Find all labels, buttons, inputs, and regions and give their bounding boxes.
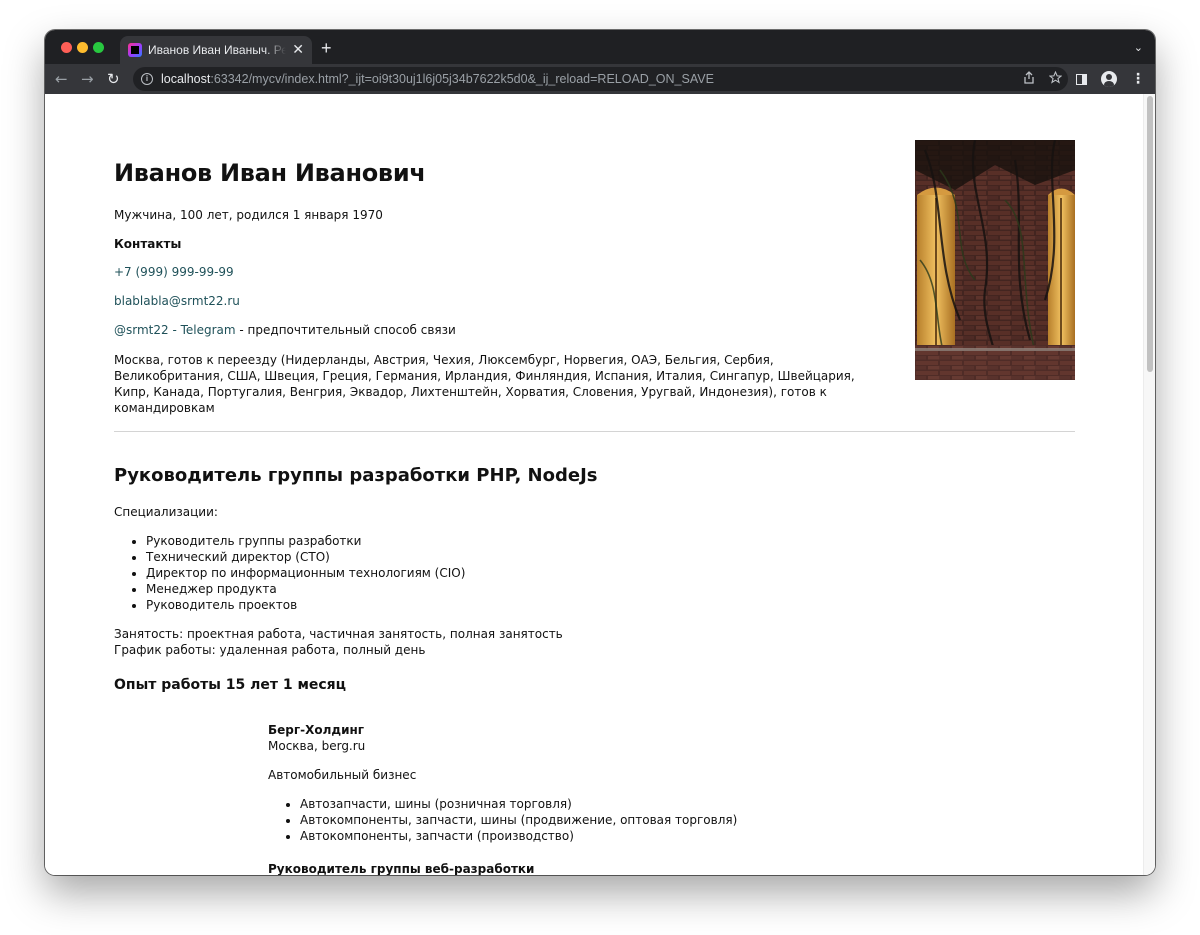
company-name: Берг-Холдинг	[268, 723, 365, 737]
company-industry: Автомобильный бизнес	[268, 768, 417, 782]
profile-icon[interactable]	[1101, 71, 1117, 87]
url-host: localhost	[161, 72, 211, 86]
company-location: Москва, berg.ru	[268, 739, 366, 753]
tab-title: Иванов Иван Иваныч. Резюме	[148, 43, 287, 57]
toolbar-actions: ⋮	[1076, 71, 1145, 87]
scrollbar[interactable]	[1143, 94, 1155, 875]
address-bar[interactable]: i localhost:63342/mycv/index.html?_ijt=o…	[133, 67, 1068, 91]
profile-photo	[915, 140, 1075, 380]
scrollbar-thumb[interactable]	[1147, 96, 1153, 372]
list-item: Менеджер продукта	[146, 581, 465, 597]
experience-title: Опыт работы 15 лет 1 месяц	[114, 677, 347, 693]
list-item: Директор по информационным технологиям (…	[146, 565, 465, 581]
phone-link[interactable]: +7 (999) 999-99-99	[114, 264, 234, 280]
url-path: :63342/mycv/index.html?_ijt=oi9t30uj1l6j…	[210, 72, 714, 86]
tab-strip: Иванов Иван Иваныч. Резюме ✕ + ⌄	[45, 30, 1155, 64]
share-icon[interactable]	[1023, 71, 1035, 84]
forward-icon[interactable]: →	[81, 69, 94, 89]
contacts-heading: Контакты	[114, 237, 182, 251]
browser-window: Иванов Иван Иваныч. Резюме ✕ + ⌄ ← → ↻ i…	[45, 30, 1155, 875]
info-icon[interactable]: i	[141, 73, 153, 85]
specializations-list: Руководитель группы разработки Техническ…	[146, 533, 465, 613]
reload-icon[interactable]: ↻	[107, 69, 120, 89]
list-item: Технический директор (CTO)	[146, 549, 465, 565]
back-icon[interactable]: ←	[55, 69, 68, 89]
list-item: Автокомпоненты, запчасти (производство)	[300, 828, 737, 844]
telegram-note: - предпочтительный способ связи	[235, 323, 456, 337]
list-item: Руководитель группы разработки	[146, 533, 465, 549]
section-divider	[114, 431, 1075, 432]
employment-line: Занятость: проектная работа, частичная з…	[114, 627, 563, 641]
zoom-window-button[interactable]	[93, 42, 104, 53]
favicon-icon	[128, 43, 142, 57]
list-item: Автокомпоненты, запчасти, шины (продвиже…	[300, 812, 737, 828]
position-title: Руководитель группы разработки PHP, Node…	[114, 465, 598, 486]
list-item: Руководитель проектов	[146, 597, 465, 613]
side-panel-icon[interactable]	[1076, 73, 1087, 85]
menu-icon[interactable]: ⋮	[1131, 72, 1145, 86]
address-text: Москва, готов к переезду (Нидерланды, Ав…	[114, 353, 855, 415]
specializations-label: Специализации:	[114, 505, 218, 519]
email-link[interactable]: blablabla@srmt22.ru	[114, 293, 240, 309]
minimize-window-button[interactable]	[77, 42, 88, 53]
page-viewport: Иванов Иван Иванович Мужчина, 100 лет, р…	[45, 94, 1155, 875]
telegram-line: @srmt22 - Telegram - предпочтительный сп…	[114, 322, 456, 338]
new-tab-icon[interactable]: +	[321, 39, 332, 57]
close-window-button[interactable]	[61, 42, 72, 53]
list-item: Автозапчасти, шины (розничная торговля)	[300, 796, 737, 812]
bio-line: Мужчина, 100 лет, родился 1 января 1970	[114, 208, 383, 222]
url-text[interactable]: localhost:63342/mycv/index.html?_ijt=oi9…	[161, 72, 714, 86]
star-icon[interactable]	[1049, 71, 1062, 84]
job-role: Руководитель группы веб-разработки	[268, 862, 535, 875]
schedule-line: График работы: удаленная работа, полный …	[114, 643, 426, 657]
telegram-link[interactable]: @srmt22 - Telegram	[114, 323, 236, 337]
browser-toolbar: ← → ↻ i localhost:63342/mycv/index.html?…	[45, 64, 1155, 94]
resume-name: Иванов Иван Иванович	[114, 159, 426, 187]
omnibox-actions	[1023, 71, 1062, 84]
tab-list-icon[interactable]: ⌄	[1134, 41, 1143, 54]
close-icon[interactable]: ✕	[292, 43, 304, 57]
industry-areas-list: Автозапчасти, шины (розничная торговля) …	[300, 796, 737, 844]
active-tab[interactable]: Иванов Иван Иваныч. Резюме ✕	[120, 36, 312, 64]
